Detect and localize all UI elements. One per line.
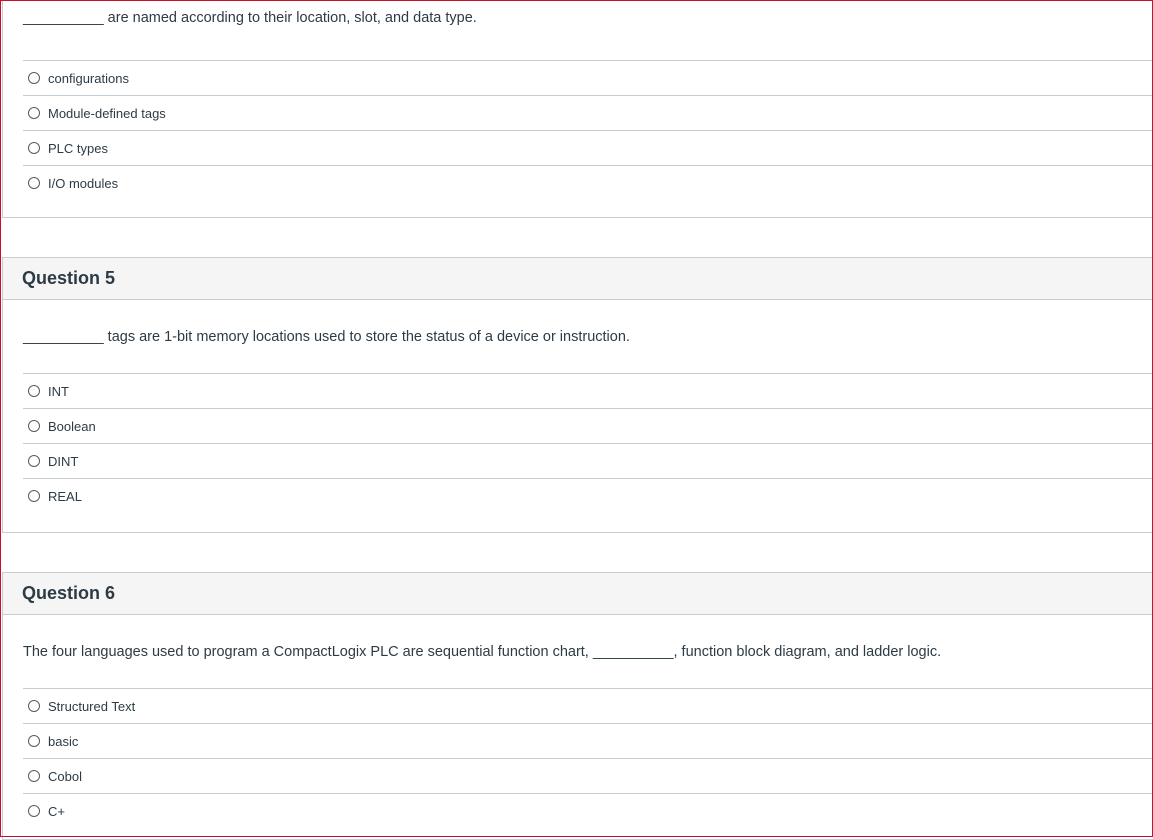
answer-option[interactable]: INT xyxy=(23,373,1153,408)
answer-option[interactable]: basic xyxy=(23,723,1153,758)
question-title: Question 5 xyxy=(22,268,116,288)
question-header: Question 5 xyxy=(3,258,1153,300)
radio-button-icon[interactable] xyxy=(28,385,40,397)
answer-option[interactable]: Boolean xyxy=(23,408,1153,443)
question-text: __________ are named according to their … xyxy=(23,10,477,26)
answer-label: Structured Text xyxy=(48,698,136,714)
answer-label: INT xyxy=(48,383,69,399)
answer-label: Cobol xyxy=(48,768,82,784)
question-text: __________ tags are 1-bit memory locatio… xyxy=(23,328,630,345)
answer-label: C+ xyxy=(48,803,65,819)
radio-button-icon[interactable] xyxy=(28,455,40,467)
radio-button-icon[interactable] xyxy=(28,735,40,747)
radio-button-icon[interactable] xyxy=(28,700,40,712)
answer-option[interactable]: Cobol xyxy=(23,758,1153,793)
answer-list: configurations Module-defined tags PLC t… xyxy=(23,60,1153,200)
answer-option[interactable]: PLC types xyxy=(23,130,1153,165)
answer-option[interactable]: C+ xyxy=(23,793,1153,828)
question-card-5: Question 5 __________ tags are 1-bit mem… xyxy=(2,257,1153,533)
answer-option[interactable]: REAL xyxy=(23,478,1153,513)
radio-button-icon[interactable] xyxy=(28,177,40,189)
answer-label: Boolean xyxy=(48,418,96,434)
radio-button-icon[interactable] xyxy=(28,72,40,84)
answer-label: PLC types xyxy=(48,140,108,156)
answer-label: I/O modules xyxy=(48,175,119,191)
answer-list: Structured Text basic Cobol C+ xyxy=(23,688,1153,828)
question-card-6: Question 6 The four languages used to pr… xyxy=(2,572,1153,840)
radio-button-icon[interactable] xyxy=(28,420,40,432)
answer-label: Module-defined tags xyxy=(48,105,166,121)
question-title: Question 6 xyxy=(22,583,116,603)
answer-option[interactable]: Structured Text xyxy=(23,688,1153,723)
answer-option[interactable]: DINT xyxy=(23,443,1153,478)
radio-button-icon[interactable] xyxy=(28,490,40,502)
answer-option[interactable]: configurations xyxy=(23,60,1153,95)
radio-button-icon[interactable] xyxy=(28,107,40,119)
answer-option[interactable]: I/O modules xyxy=(23,165,1153,200)
answer-label: configurations xyxy=(48,70,129,86)
question-text: The four languages used to program a Com… xyxy=(23,643,942,660)
answer-list: INT Boolean DINT REAL xyxy=(23,373,1153,513)
question-card-4: __________ are named according to their … xyxy=(2,0,1153,218)
radio-button-icon[interactable] xyxy=(28,770,40,782)
radio-button-icon[interactable] xyxy=(28,805,40,817)
answer-label: REAL xyxy=(48,488,82,504)
answer-option[interactable]: Module-defined tags xyxy=(23,95,1153,130)
answer-label: DINT xyxy=(48,453,79,469)
radio-button-icon[interactable] xyxy=(28,142,40,154)
question-header: Question 6 xyxy=(3,573,1153,615)
answer-label: basic xyxy=(48,733,79,749)
